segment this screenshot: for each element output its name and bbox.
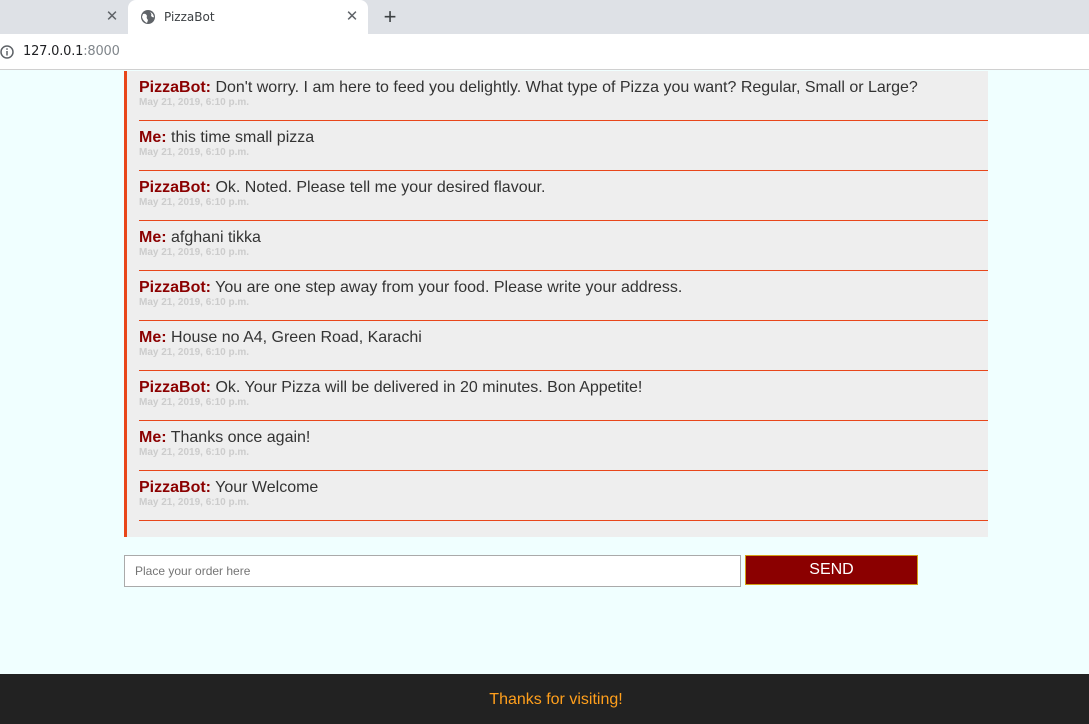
chat-message: Me: Thanks once again! May 21, 2019, 6:10… bbox=[139, 421, 988, 471]
message-text: House no A4, Green Road, Karachi bbox=[166, 329, 422, 346]
footer-text: Thanks for visiting! bbox=[489, 691, 623, 708]
message-sender: PizzaBot: bbox=[139, 379, 211, 396]
message-line: PizzaBot: Don't worry. I am here to feed… bbox=[139, 79, 918, 97]
message-line: Me: afghani tikka bbox=[139, 229, 261, 247]
message-timestamp: May 21, 2019, 6:10 p.m. bbox=[139, 197, 250, 208]
message-sender: PizzaBot: bbox=[139, 179, 211, 196]
browser-tab-previous[interactable]: ✕ bbox=[0, 0, 128, 34]
address-bar[interactable]: 127.0.0.1:8000 bbox=[0, 34, 1089, 70]
message-timestamp: May 21, 2019, 6:10 p.m. bbox=[139, 397, 250, 408]
message-timestamp: May 21, 2019, 6:10 p.m. bbox=[139, 447, 250, 458]
footer: Thanks for visiting! bbox=[0, 674, 1089, 724]
close-tab-icon[interactable]: ✕ bbox=[344, 9, 360, 25]
message-sender: PizzaBot: bbox=[139, 279, 211, 296]
message-text: this time small pizza bbox=[166, 129, 315, 146]
message-timestamp: May 21, 2019, 6:10 p.m. bbox=[139, 147, 250, 158]
message-text: Ok. Your Pizza will be delivered in 20 m… bbox=[211, 379, 643, 396]
message-line: PizzaBot: You are one step away from you… bbox=[139, 279, 682, 297]
url-text[interactable]: 127.0.0.1:8000 bbox=[23, 44, 120, 59]
message-timestamp: May 21, 2019, 6:10 p.m. bbox=[139, 347, 250, 358]
message-sender: PizzaBot: bbox=[139, 479, 211, 496]
message-timestamp: May 21, 2019, 6:10 p.m. bbox=[139, 247, 250, 258]
globe-icon bbox=[141, 10, 155, 24]
message-timestamp: May 21, 2019, 6:10 p.m. bbox=[139, 497, 250, 508]
chat-log[interactable]: PizzaBot: Don't worry. I am here to feed… bbox=[124, 71, 988, 537]
message-text: Your Welcome bbox=[211, 479, 319, 496]
chat-message: Me: this time small pizza May 21, 2019, 6… bbox=[139, 121, 988, 171]
chat-message: Me: afghani tikka May 21, 2019, 6:10 p.m. bbox=[139, 221, 988, 271]
message-sender: Me: bbox=[139, 129, 167, 146]
message-text: afghani tikka bbox=[166, 229, 261, 246]
message-text: Don't worry. I am here to feed you delig… bbox=[211, 79, 918, 96]
close-tab-icon[interactable]: ✕ bbox=[104, 9, 120, 25]
url-host: 127.0.0.1 bbox=[23, 44, 84, 59]
url-port: :8000 bbox=[83, 44, 120, 59]
message-line: PizzaBot: Ok. Your Pizza will be deliver… bbox=[139, 379, 642, 397]
message-line: Me: House no A4, Green Road, Karachi bbox=[139, 329, 422, 347]
browser-tab-active[interactable]: PizzaBot ✕ bbox=[128, 0, 368, 34]
message-line: Me: Thanks once again! bbox=[139, 429, 310, 447]
message-timestamp: May 21, 2019, 6:10 p.m. bbox=[139, 97, 250, 108]
chat-message: PizzaBot: Your Welcome May 21, 2019, 6:10… bbox=[139, 471, 988, 521]
order-input[interactable] bbox=[124, 555, 741, 587]
new-tab-icon[interactable]: + bbox=[380, 5, 400, 29]
chat-message: PizzaBot: Ok. Your Pizza will be deliver… bbox=[139, 371, 988, 421]
chat-message: PizzaBot: Don't worry. I am here to feed… bbox=[139, 71, 988, 121]
message-sender: PizzaBot: bbox=[139, 79, 211, 96]
message-line: PizzaBot: Ok. Noted. Please tell me your… bbox=[139, 179, 545, 197]
tab-title: PizzaBot bbox=[164, 10, 215, 24]
chat-message: Me: House no A4, Green Road, Karachi May … bbox=[139, 321, 988, 371]
message-text: Thanks once again! bbox=[166, 429, 311, 446]
info-icon[interactable] bbox=[0, 45, 14, 59]
message-text: Ok. Noted. Please tell me your desired f… bbox=[211, 179, 546, 196]
message-text: You are one step away from your food. Pl… bbox=[211, 279, 683, 296]
message-sender: Me: bbox=[139, 429, 167, 446]
chat-message: PizzaBot: You are one step away from you… bbox=[139, 271, 988, 321]
message-sender: Me: bbox=[139, 329, 167, 346]
message-line: PizzaBot: Your Welcome bbox=[139, 479, 318, 497]
chat-message: PizzaBot: Ok. Noted. Please tell me your… bbox=[139, 171, 988, 221]
browser-tabstrip: ✕ PizzaBot ✕ + bbox=[0, 0, 1089, 34]
message-timestamp: May 21, 2019, 6:10 p.m. bbox=[139, 297, 250, 308]
send-button[interactable]: SEND bbox=[745, 555, 918, 585]
message-line: Me: this time small pizza bbox=[139, 129, 314, 147]
message-sender: Me: bbox=[139, 229, 167, 246]
